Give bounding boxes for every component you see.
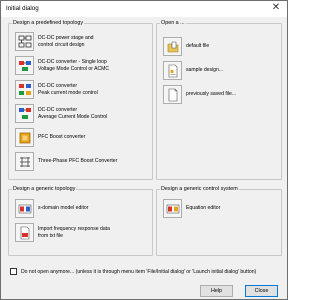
three-phase-pfc-icon	[19, 156, 30, 167]
peak-current-icon	[18, 83, 31, 95]
single-loop-item[interactable]: DC-DC converter - Single loop Voltage Mo…	[15, 56, 109, 75]
power-stage-item[interactable]: DC-DC power stage and control circuit de…	[15, 32, 94, 51]
saved-file-button[interactable]	[163, 85, 182, 104]
average-current-label-1: DC-DC converter	[38, 106, 78, 113]
single-loop-label-1: DC-DC converter - Single loop	[38, 58, 107, 65]
equation-editor-label: Equation editor	[186, 205, 221, 211]
peak-current-label-1: DC-DC converter	[38, 82, 78, 89]
power-stage-label-2: control circuit design	[38, 41, 85, 48]
s-domain-icon	[18, 204, 31, 213]
average-current-button[interactable]	[15, 104, 34, 123]
single-loop-label-2: Voltage Mode Control or ACMC	[38, 65, 110, 72]
help-button[interactable]: Help	[200, 285, 233, 297]
default-file-label: default file	[186, 43, 210, 49]
pfc-boost-label: PFC Boost converter	[38, 134, 86, 140]
equation-editor-button[interactable]	[163, 199, 182, 218]
open-group: Open a ... default file sample design...…	[156, 20, 282, 180]
peak-current-button[interactable]	[15, 80, 34, 99]
sample-design-item[interactable]: sample design...	[163, 61, 223, 80]
default-file-icon	[167, 41, 178, 52]
average-current-label-2: Average Current Mode Control	[38, 113, 108, 120]
s-domain-item[interactable]: s-domain model editor	[15, 199, 88, 218]
default-file-item[interactable]: default file	[163, 37, 209, 56]
generic-topology-title: Design a generic topology	[12, 186, 77, 193]
peak-current-item[interactable]: DC-DC converter Peak current mode contro…	[15, 80, 98, 99]
generic-control-title: Design a generic control system	[160, 186, 239, 193]
equation-editor-icon	[166, 204, 179, 213]
do-not-open-checkbox[interactable]	[10, 268, 17, 275]
title-bar: Initial dialog ✕	[1, 1, 287, 17]
import-txt-button[interactable]	[15, 223, 34, 242]
s-domain-label: s-domain model editor	[38, 205, 89, 211]
do-not-open-label: Do not open anymore... (unless it is thr…	[21, 269, 257, 275]
pfc-boost-icon	[19, 132, 30, 143]
generic-control-group: Design a generic control system Equation…	[156, 186, 282, 256]
saved-file-icon	[168, 88, 177, 101]
pfc-boost-button[interactable]	[15, 128, 34, 147]
import-txt-item[interactable]: Import frequency response data from txt …	[15, 223, 110, 242]
saved-file-label: previously saved file...	[186, 91, 237, 97]
power-stage-icon	[18, 35, 31, 47]
import-txt-label-1: Import frequency response data	[38, 225, 110, 232]
close-window-icon[interactable]: ✕	[269, 2, 283, 14]
default-file-button[interactable]	[163, 37, 182, 56]
three-phase-pfc-item[interactable]: Three-Phase PFC Boost Converter	[15, 152, 117, 171]
equation-editor-item[interactable]: Equation editor	[163, 199, 220, 218]
window-title: Initial dialog	[6, 5, 39, 12]
import-txt-icon	[20, 226, 29, 239]
average-current-icon	[18, 107, 31, 119]
import-txt-label-2: from txt file	[38, 232, 63, 239]
close-button[interactable]: Close	[245, 285, 278, 297]
sample-design-icon	[168, 64, 177, 77]
peak-current-label-2: Peak current mode control	[38, 89, 98, 96]
single-loop-icon	[18, 60, 31, 71]
saved-file-item[interactable]: previously saved file...	[163, 85, 236, 104]
predefined-topology-group: Design a predefined topology DC-DC power…	[8, 20, 153, 180]
power-stage-button[interactable]	[15, 32, 34, 51]
single-loop-button[interactable]	[15, 56, 34, 75]
average-current-item[interactable]: DC-DC converter Average Current Mode Con…	[15, 104, 107, 123]
three-phase-pfc-label: Three-Phase PFC Boost Converter	[38, 158, 118, 164]
power-stage-label-1: DC-DC power stage and	[38, 34, 94, 41]
generic-topology-group: Design a generic topology s-domain model…	[8, 186, 153, 256]
sample-design-button[interactable]	[163, 61, 182, 80]
initial-dialog-window: Initial dialog ✕ Design a predefined top…	[0, 0, 288, 300]
pfc-boost-item[interactable]: PFC Boost converter	[15, 128, 85, 147]
s-domain-button[interactable]	[15, 199, 34, 218]
open-group-title: Open a ...	[160, 20, 186, 27]
sample-design-label: sample design...	[186, 67, 224, 73]
predefined-topology-title: Design a predefined topology	[12, 20, 85, 27]
three-phase-pfc-button[interactable]	[15, 152, 34, 171]
